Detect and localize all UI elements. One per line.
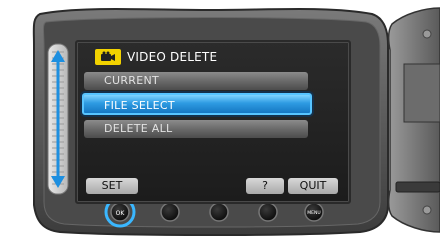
set-button[interactable]: SET: [86, 178, 138, 194]
menu-item-delete-all[interactable]: DELETE ALL: [84, 120, 308, 138]
video-camera-icon: [95, 49, 121, 65]
menu-title-text: VIDEO DELETE: [127, 50, 218, 64]
nav-button-1[interactable]: [160, 202, 180, 222]
quit-button[interactable]: QUIT: [288, 178, 338, 194]
help-button[interactable]: ?: [246, 178, 284, 194]
menu-item-current[interactable]: CURRENT: [84, 72, 308, 90]
ok-button-label: OK: [116, 210, 126, 217]
menu-item-file-select[interactable]: FILE SELECT: [82, 93, 312, 115]
menu-title: VIDEO DELETE: [95, 48, 217, 66]
nav-button-2[interactable]: [209, 202, 229, 222]
menu-button-label: MENU: [307, 210, 320, 216]
nav-button-3[interactable]: [258, 202, 278, 222]
